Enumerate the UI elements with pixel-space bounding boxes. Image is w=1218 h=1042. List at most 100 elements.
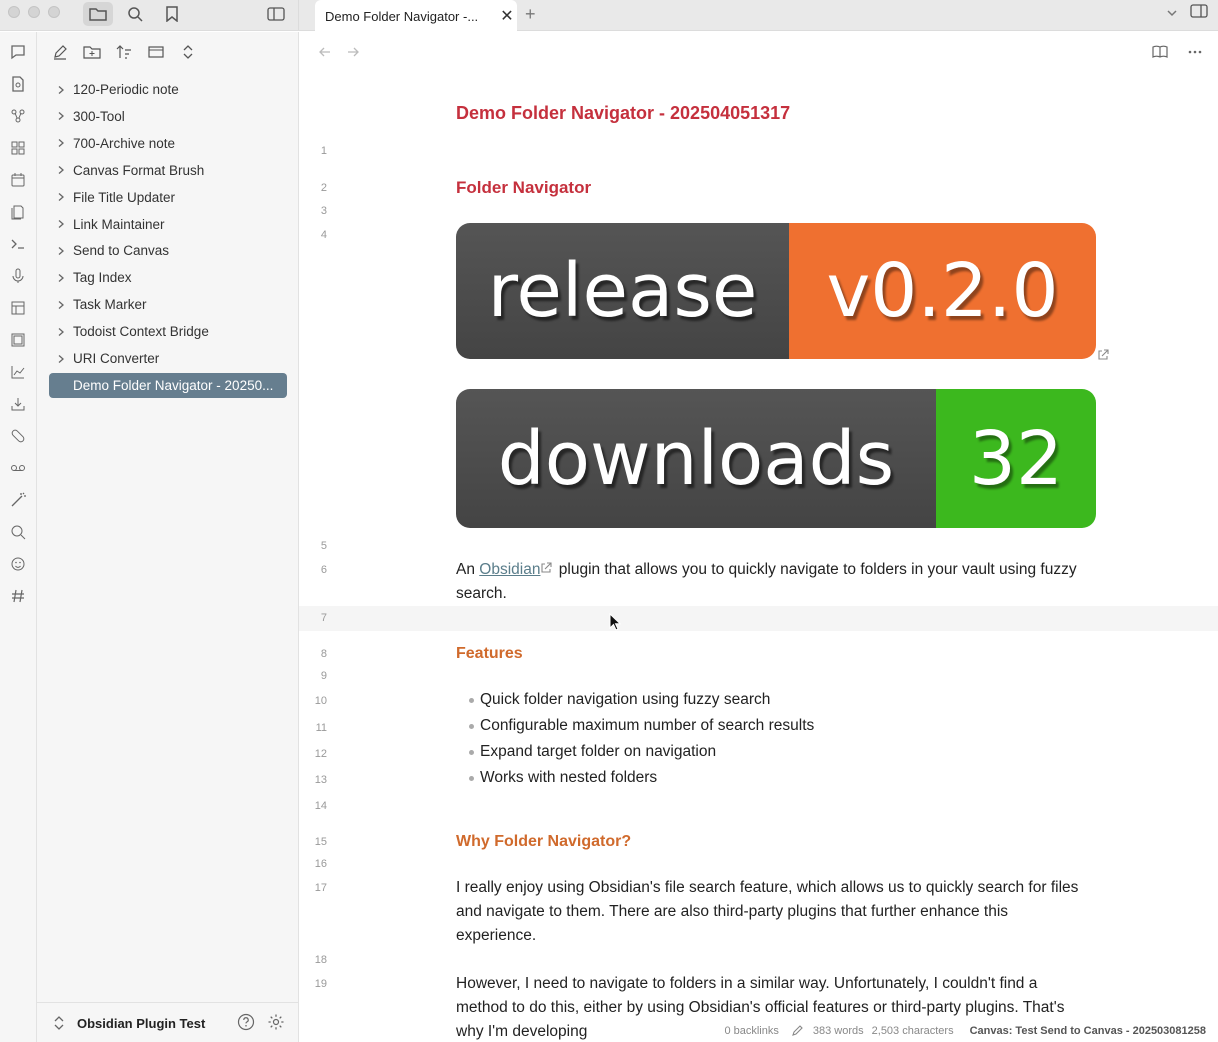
word-count: 383 words: [812, 1025, 864, 1037]
chevron-right-icon[interactable]: [49, 138, 73, 148]
downloads-badge-label: downloads: [456, 389, 936, 528]
sidebar-right-icon: [1190, 4, 1208, 18]
smiley-icon[interactable]: [6, 552, 30, 576]
tree-item-folder[interactable]: Send to Canvas: [49, 238, 287, 263]
line-number: 1: [320, 145, 327, 157]
tree-item-label: 120-Periodic note: [73, 82, 179, 97]
search-tab-button[interactable]: [120, 2, 150, 26]
reading-view-button[interactable]: [1149, 42, 1171, 62]
canvas-icon[interactable]: [6, 136, 30, 160]
tree-item-label: Demo Folder Navigator - 20250...: [73, 378, 274, 393]
vault-switcher-button[interactable]: [53, 1015, 65, 1034]
minimize-window-button[interactable]: [28, 6, 40, 18]
chevron-right-icon: [58, 354, 64, 363]
line-number: 11: [315, 722, 327, 734]
heading-why-folder-navigator: Why Folder Navigator?: [456, 833, 632, 850]
chevron-right-icon: [58, 166, 64, 175]
close-window-button[interactable]: [8, 6, 20, 18]
folder-icon: [89, 8, 107, 21]
file-explorer-tab-button[interactable]: [83, 2, 113, 26]
templates-icon[interactable]: [6, 200, 30, 224]
tree-item-folder[interactable]: Tag Index: [49, 265, 287, 290]
chat-icon[interactable]: [6, 40, 30, 64]
chevron-right-icon[interactable]: [49, 219, 73, 229]
chevron-right-icon: [58, 193, 64, 202]
downloads-badge[interactable]: downloads 32: [456, 389, 1096, 528]
more-options-button[interactable]: [1184, 42, 1206, 62]
tree-item-label: URI Converter: [73, 351, 160, 366]
mouse-cursor-icon: [609, 613, 621, 631]
tab-demo-folder-navigator[interactable]: Demo Folder Navigator -... ✕: [315, 0, 517, 32]
list-item: Works with nested folders: [456, 765, 814, 791]
layout-icon[interactable]: [6, 296, 30, 320]
tree-item-folder[interactable]: Canvas Format Brush: [49, 158, 287, 183]
new-tab-button[interactable]: +: [525, 4, 536, 25]
chevron-right-icon[interactable]: [49, 273, 73, 283]
line-number: 8: [320, 648, 327, 660]
chevron-right-icon: [58, 112, 64, 121]
calendar-icon[interactable]: [6, 168, 30, 192]
file-search-icon[interactable]: [6, 72, 30, 96]
line-number: 12: [314, 748, 327, 760]
tree-item-selected-file[interactable]: Demo Folder Navigator - 20250...: [49, 373, 287, 398]
tree-item-folder[interactable]: URI Converter: [49, 346, 287, 371]
sort-button[interactable]: [111, 40, 137, 64]
help-button[interactable]: [237, 1013, 255, 1034]
import-icon[interactable]: [6, 392, 30, 416]
close-icon[interactable]: ✕: [497, 6, 517, 26]
collapse-all-button[interactable]: [175, 40, 201, 64]
settings-button[interactable]: [267, 1013, 285, 1034]
chevron-right-icon[interactable]: [49, 192, 73, 202]
chevron-right-icon[interactable]: [49, 354, 73, 364]
pencil-icon[interactable]: [791, 1023, 805, 1040]
chevron-right-icon[interactable]: [49, 85, 73, 95]
vault-name[interactable]: Obsidian Plugin Test: [77, 1016, 205, 1031]
new-note-button[interactable]: [47, 40, 73, 64]
line-number: 2: [320, 182, 327, 194]
chevron-right-icon[interactable]: [49, 165, 73, 175]
slides-icon[interactable]: [6, 328, 30, 352]
auto-reveal-button[interactable]: [143, 40, 169, 64]
file-explorer: 120-Periodic note 300-Tool 700-Archive not…: [37, 32, 299, 1042]
back-button[interactable]: [315, 42, 335, 62]
tree-item-folder[interactable]: Todoist Context Bridge: [49, 319, 287, 344]
graph-icon[interactable]: [6, 104, 30, 128]
chevron-right-icon[interactable]: [49, 111, 73, 121]
magic-wand-icon[interactable]: [6, 488, 30, 512]
search-icon: [128, 7, 143, 22]
line-number: 16: [314, 858, 327, 870]
hashtag-icon[interactable]: [6, 584, 30, 608]
inline-title[interactable]: Demo Folder Navigator - 202504051317: [456, 103, 790, 124]
tree-item-folder[interactable]: Task Marker: [49, 292, 287, 317]
chevron-right-icon[interactable]: [49, 300, 73, 310]
obsidian-link[interactable]: Obsidian: [479, 561, 540, 578]
active-line-highlight: [299, 606, 1218, 631]
sidebar-left-icon: [267, 7, 285, 21]
zoom-window-button[interactable]: [48, 6, 60, 18]
bookmarks-tab-button[interactable]: [157, 2, 187, 26]
release-badge[interactable]: release v0.2.0: [456, 223, 1096, 359]
expand-right-sidebar-button[interactable]: [1190, 4, 1208, 21]
tree-item-folder[interactable]: 700-Archive note: [49, 131, 287, 156]
list-item: Quick folder navigation using fuzzy sear…: [456, 687, 814, 713]
tree-item-folder[interactable]: 120-Periodic note: [49, 77, 287, 102]
tree-item-folder[interactable]: 300-Tool: [49, 104, 287, 129]
tree-item-folder[interactable]: File Title Updater: [49, 185, 287, 210]
external-link-icon[interactable]: [1097, 348, 1109, 364]
tree-item-label: File Title Updater: [73, 189, 176, 205]
collapse-left-sidebar-button[interactable]: [261, 2, 291, 26]
tab-list-button[interactable]: [1166, 6, 1178, 22]
search-icon[interactable]: [6, 520, 30, 544]
terminal-icon[interactable]: [6, 232, 30, 256]
tree-item-folder[interactable]: Link Maintainer: [49, 212, 287, 237]
chart-icon[interactable]: [6, 360, 30, 384]
voicemail-icon[interactable]: [6, 456, 30, 480]
backlinks-count[interactable]: 0 backlinks: [724, 1025, 778, 1037]
canvas-status[interactable]: Canvas: Test Send to Canvas - 2025030812…: [970, 1025, 1206, 1037]
chevron-right-icon[interactable]: [49, 246, 73, 256]
microphone-icon[interactable]: [6, 264, 30, 288]
forward-button[interactable]: [343, 42, 363, 62]
pill-icon[interactable]: [6, 424, 30, 448]
chevron-right-icon[interactable]: [49, 327, 73, 337]
new-folder-button[interactable]: [79, 40, 105, 64]
